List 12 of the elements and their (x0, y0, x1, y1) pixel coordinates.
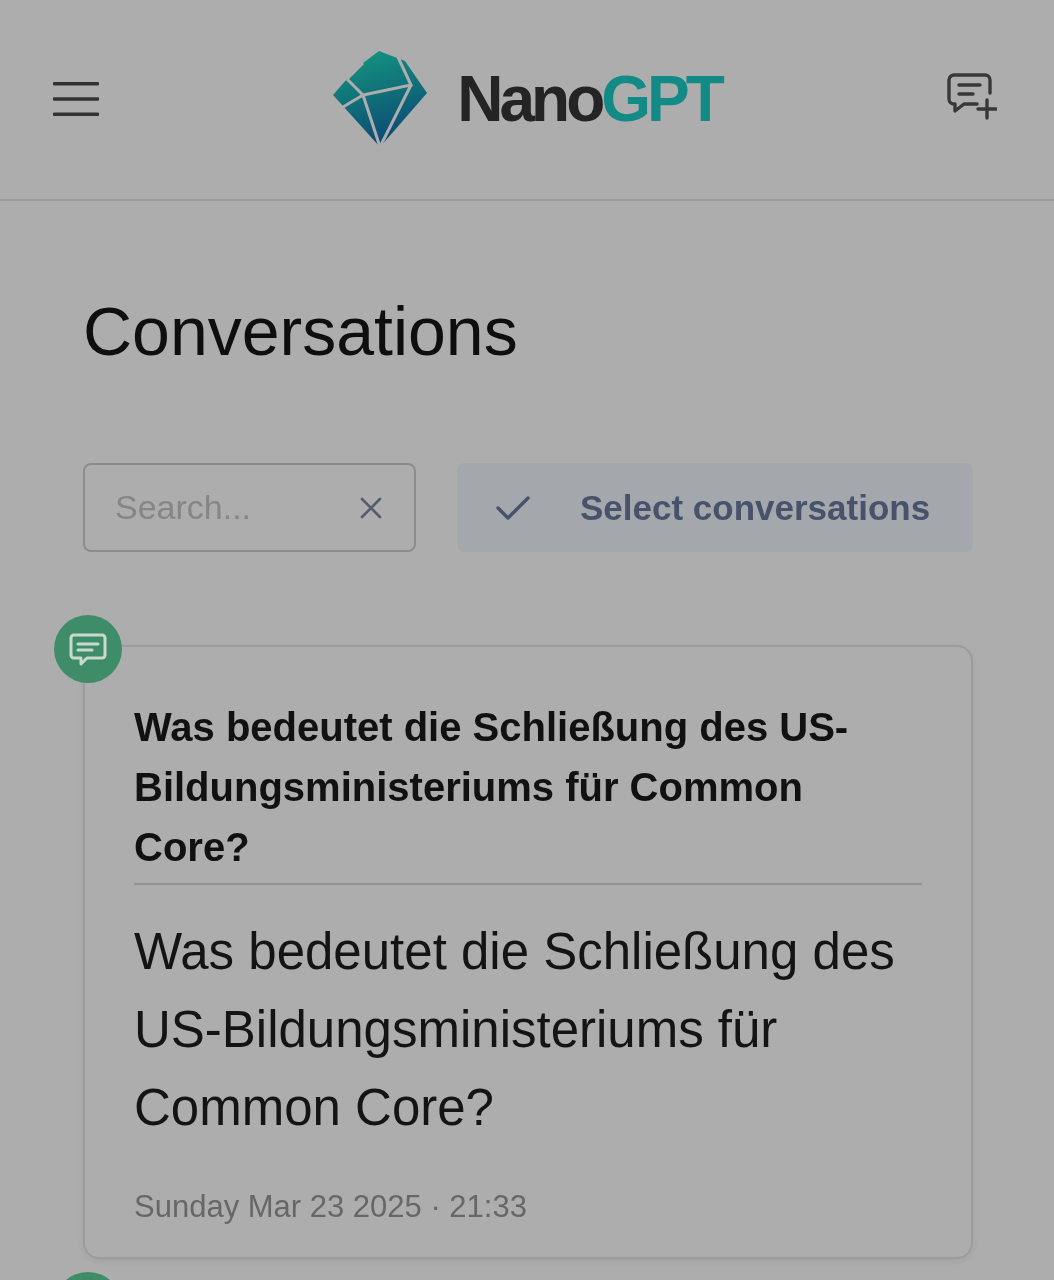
close-icon[interactable] (360, 497, 382, 519)
menu-icon[interactable] (53, 81, 99, 116)
conversation-date: Sunday Mar 23 2025 · 21:33 (134, 1188, 528, 1226)
conversation-preview: Was bedeutet die Schließung des US-Bildungsministeriums für Common Core? (134, 922, 896, 1138)
page-title: Conversations (83, 292, 519, 371)
chat-bubble-icon (54, 615, 122, 683)
gem-logo-icon (333, 50, 428, 147)
new-chat-icon[interactable] (947, 72, 997, 121)
check-icon (496, 494, 530, 521)
logo-text: NanoGPT (457, 66, 721, 131)
conversation-card[interactable]: Was bedeutet die Schließung des US-Bildungsministeriums für Common Core? Was bedeutet die Schließung des US-Bildungsministeriums für Common Core? Sunday Mar 23 2025 · 21:33 (83, 645, 973, 1259)
conversation-title: Was bedeutet die Schließung des US-Bildungsministeriums für Common Core? (134, 704, 850, 871)
